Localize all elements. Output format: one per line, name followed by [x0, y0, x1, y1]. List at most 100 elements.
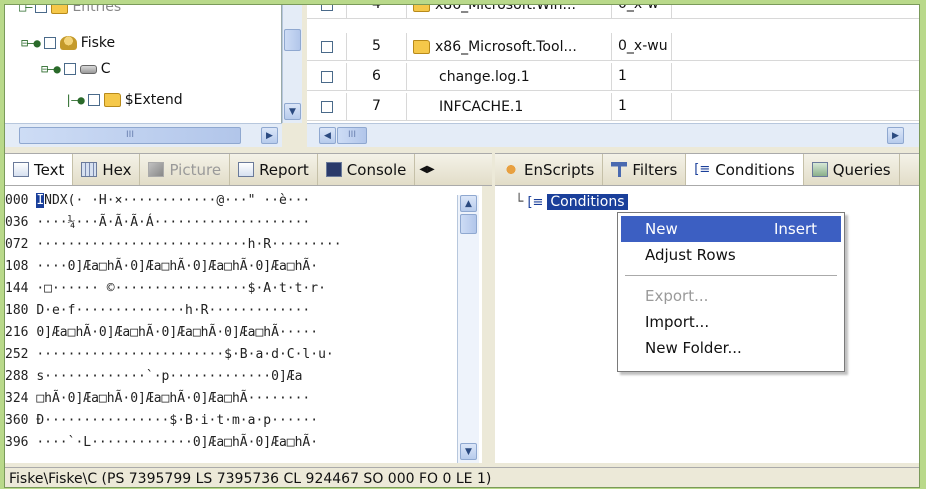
tree-item-fiske[interactable]: ⊟–● Fiske: [21, 31, 115, 55]
tab-hex[interactable]: Hex: [73, 154, 141, 185]
menu-item-adjust-rows[interactable]: Adjust Rows: [621, 242, 841, 268]
text-view-pane[interactable]: 000 INDX(· ·H·×············@···" ··è··· …: [5, 186, 482, 463]
row-extension: 1: [612, 93, 672, 120]
scrollbar-thumb[interactable]: III: [19, 127, 241, 144]
menu-item-new-folder[interactable]: New Folder...: [621, 335, 841, 361]
tab-picture[interactable]: Picture: [140, 154, 231, 185]
folder-icon: [51, 5, 69, 14]
menu-item-label: Import...: [645, 313, 710, 331]
tab-label: Text: [34, 160, 65, 179]
text-line: 360 Ð················$·B·i·t·m·a·p······: [5, 413, 319, 428]
tree-vertical-scrollbar[interactable]: ▼: [282, 5, 302, 123]
conditions-root-node[interactable]: └ [≡ Conditions: [515, 194, 628, 210]
row-checkbox[interactable]: [320, 5, 333, 11]
status-text: Fiske\Fiske\C (PS 7395799 LS 7395736 CL …: [9, 471, 492, 487]
table-row[interactable]: 5 x86_Microsoft.Tool... 0_x-wu: [307, 33, 919, 61]
menu-item-label: Export...: [645, 287, 709, 305]
tree-item-extend[interactable]: |–● $Extend: [65, 88, 183, 112]
folder-icon: [103, 93, 121, 107]
chevron-right-icon: ▶: [427, 164, 435, 175]
row-name: change.log.1: [439, 68, 530, 85]
chevron-up-icon: ▲: [465, 198, 472, 209]
checkbox[interactable]: [87, 94, 100, 106]
table-horizontal-scrollbar[interactable]: ◀ III ▶: [307, 123, 919, 147]
scroll-up-button[interactable]: ▲: [460, 195, 477, 212]
tree-expander[interactable]: ⊟–●: [41, 62, 61, 76]
text-vertical-scrollbar[interactable]: ▲ ▼: [457, 195, 479, 463]
hex-grid-icon: [81, 162, 98, 177]
tree-item-c[interactable]: ⊟–● C: [41, 57, 110, 81]
checkbox[interactable]: [35, 5, 48, 13]
tab-label: Picture: [169, 160, 222, 179]
tree-item-label: C: [100, 61, 111, 77]
menu-item-new[interactable]: New Insert: [621, 216, 841, 242]
scroll-down-button[interactable]: ▼: [284, 103, 301, 120]
table-row[interactable]: 7 INFCACHE.1 1: [307, 93, 919, 121]
tab-report[interactable]: Report: [230, 154, 318, 185]
tab-scroll-arrows[interactable]: ◀▶: [415, 164, 438, 175]
row-extension: 1: [612, 63, 672, 90]
chevron-right-icon: ▶: [266, 130, 273, 141]
entries-table: 4 x86_Microsoft.Win... 0_x-w 5 x86_Micro…: [307, 5, 919, 123]
tab-conditions[interactable]: [≡ Conditions: [686, 154, 804, 185]
tree-item-label: Entries: [72, 4, 122, 15]
checkbox[interactable]: [63, 63, 76, 75]
tab-console[interactable]: Console: [318, 154, 416, 185]
folder-icon: [413, 5, 430, 12]
tree-item-entries[interactable]: □– Entries: [19, 4, 122, 19]
text-line: 324 □hÃ·0]Æa□hÃ·0]Æa□hÃ·0]Æa□hÃ········: [5, 391, 311, 406]
encase-window: □– Entries ⊟–● Fiske ⊟–● C |–● $Extend ▼…: [4, 4, 920, 488]
evidence-tree-pane: □– Entries ⊟–● Fiske ⊟–● C |–● $Extend: [5, 5, 282, 123]
scroll-right-button[interactable]: ▶: [887, 127, 904, 144]
scroll-right-button[interactable]: ▶: [261, 127, 278, 144]
filter-tab-bar: EnScripts Filters [≡ Conditions Queries: [495, 153, 919, 186]
context-menu: New Insert Adjust Rows Export... Import.…: [617, 212, 845, 372]
tab-label: Report: [259, 160, 309, 179]
row-index: 4: [347, 5, 407, 18]
text-line: 036 ····¼···Ã·Ã·Ã·Á····················: [5, 215, 311, 230]
text-cursor: I: [36, 193, 45, 208]
tab-queries[interactable]: Queries: [804, 154, 900, 185]
menu-item-import[interactable]: Import...: [621, 309, 841, 335]
status-bar: Fiske\Fiske\C (PS 7395799 LS 7395736 CL …: [5, 467, 919, 487]
text-line: 144 ·□······ ©·················$·A·t·t·r…: [5, 281, 326, 296]
tab-label: Filters: [632, 160, 678, 179]
tab-enscripts[interactable]: EnScripts: [495, 154, 604, 185]
row-index: 5: [347, 33, 407, 60]
conditions-icon: [≡: [694, 162, 711, 177]
console-icon: [325, 162, 342, 177]
text-line: 288 s·············`·p·············0]Æa: [5, 369, 303, 384]
scroll-left-button[interactable]: ◀: [319, 127, 336, 144]
text-line: 216 0]Æa□hÃ·0]Æa□hÃ·0]Æa□hÃ·0]Æa□hÃ·····: [5, 325, 319, 340]
scrollbar-thumb[interactable]: [460, 214, 477, 234]
menu-item-export[interactable]: Export...: [621, 283, 841, 309]
menu-item-label: New: [645, 220, 678, 238]
tree-expander[interactable]: ⊟–●: [21, 36, 41, 50]
tab-text[interactable]: Text: [5, 154, 74, 185]
chevron-left-icon: ◀: [419, 164, 428, 175]
row-checkbox[interactable]: [320, 100, 333, 113]
tree-horizontal-scrollbar[interactable]: III ▶: [5, 123, 282, 147]
row-extension: 0_x-wu: [612, 33, 672, 60]
text-line: 072 ···························h·R······…: [5, 237, 342, 252]
tree-item-label: $Extend: [124, 92, 183, 108]
row-checkbox[interactable]: [320, 70, 333, 83]
scrollbar-thumb[interactable]: III: [337, 127, 367, 144]
table-row[interactable]: 4 x86_Microsoft.Win... 0_x-w: [307, 5, 919, 19]
scrollbar-thumb[interactable]: [284, 29, 301, 51]
row-index: 7: [347, 93, 407, 120]
checkbox[interactable]: [43, 37, 56, 49]
scroll-down-button[interactable]: ▼: [460, 443, 477, 460]
picture-icon: [148, 162, 165, 177]
chevron-left-icon: ◀: [324, 130, 331, 141]
view-tab-bar: Text Hex Picture Report Console ◀▶: [5, 153, 492, 186]
text-line: 396 ····`·L·············0]Æa□hÃ·0]Æa□hÃ·: [5, 435, 319, 450]
text-line: 252 ························$·B·a·d·C·l·…: [5, 347, 334, 362]
tab-label: Console: [346, 160, 407, 179]
menu-item-label: New Folder...: [645, 339, 742, 357]
row-checkbox[interactable]: [320, 40, 333, 53]
row-index: 6: [347, 63, 407, 90]
tab-label: EnScripts: [524, 160, 595, 179]
table-row[interactable]: 6 change.log.1 1: [307, 63, 919, 91]
tab-filters[interactable]: Filters: [603, 154, 687, 185]
